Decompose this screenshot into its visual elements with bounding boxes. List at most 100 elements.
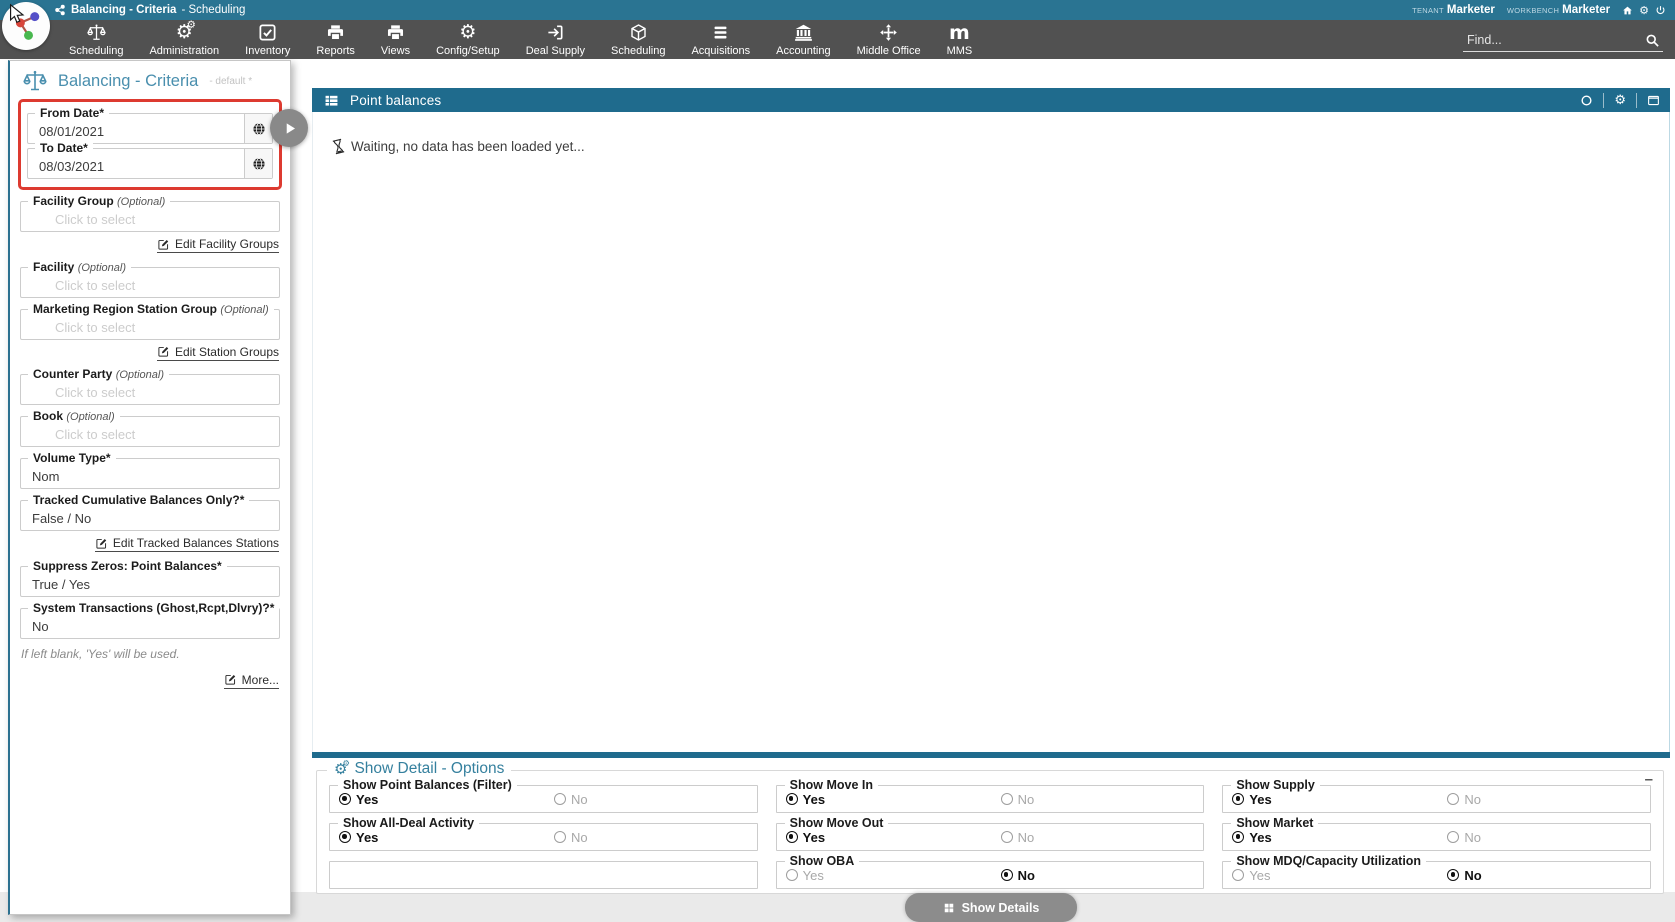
move-icon: [879, 23, 898, 43]
radio-label: Yes: [803, 830, 825, 845]
hourglass-icon: [330, 138, 347, 155]
radio-circle: [786, 793, 798, 805]
radio-circle: [786, 869, 798, 881]
field-from-date[interactable]: From Date*08/01/2021: [27, 113, 273, 144]
radio-show-move-out-no[interactable]: No: [1001, 830, 1035, 845]
to-date-calendar-button[interactable]: [244, 149, 272, 178]
tenant-label: TENANT: [1412, 6, 1444, 15]
field-label: From Date*: [35, 106, 109, 120]
radio-show-point-balances-filter-yes[interactable]: Yes: [339, 792, 378, 807]
field-tracked-cumulative-balances-only[interactable]: Tracked Cumulative Balances Only?*False …: [20, 500, 280, 531]
field-hint-note: If left blank, 'Yes' will be used.: [21, 647, 280, 661]
radio-label: Yes: [803, 792, 825, 807]
field-facility[interactable]: Facility (Optional)Click to select: [20, 267, 280, 298]
page-title: Balancing - Criteria: [58, 72, 198, 91]
edit-icon: [157, 345, 170, 358]
field-to-date[interactable]: To Date*08/03/2021: [27, 148, 273, 179]
link-edit-station-groups[interactable]: Edit Station Groups: [157, 345, 279, 361]
nav-item-label: Acquisitions: [691, 45, 750, 57]
power-icon[interactable]: [1655, 5, 1666, 16]
radio-show-supply-no[interactable]: No: [1447, 792, 1481, 807]
option-group-label: Show All-Deal Activity: [338, 816, 479, 830]
radio-show-supply-yes[interactable]: Yes: [1232, 792, 1271, 807]
radio-circle: [554, 793, 566, 805]
panel-action-gear-icon[interactable]: ⚙: [1604, 88, 1636, 112]
field-book[interactable]: Book (Optional)Click to select: [20, 416, 280, 447]
radio-show-all-deal-activity-yes[interactable]: Yes: [339, 830, 378, 845]
window-title: Balancing - Criteria: [71, 4, 176, 16]
window-title-bar: Balancing - Criteria - Scheduling TENANT…: [0, 0, 1675, 20]
field-volume-type[interactable]: Volume Type*Nom: [20, 458, 280, 489]
radio-show-mdq-capacity-utilization-no[interactable]: No: [1447, 868, 1481, 883]
option-group-show-point-balances-filter: Show Point Balances (Filter)YesNo: [329, 785, 758, 813]
edit-icon: [224, 673, 237, 686]
panel-header-actions: ⚙: [1570, 88, 1670, 112]
share-nodes-logo-icon: [11, 11, 41, 41]
panel-action-circle-icon[interactable]: [1570, 88, 1603, 112]
radio-show-market-yes[interactable]: Yes: [1232, 830, 1271, 845]
option-group-show-mdq-capacity-utilization: Show MDQ/Capacity UtilizationYesNo: [1222, 861, 1651, 889]
balance-scale-icon: [23, 69, 47, 93]
field-facility-group[interactable]: Facility Group (Optional)Click to select: [20, 201, 280, 232]
field-suppress-zeros-point-balances[interactable]: Suppress Zeros: Point Balances*True / Ye…: [20, 566, 280, 597]
titlebar-actions: ⚙: [1622, 5, 1666, 16]
nav-item-acquisitions[interactable]: Acquisitions: [678, 20, 763, 59]
sidebar-collapse-button[interactable]: [270, 109, 308, 147]
radio-label: Yes: [1249, 868, 1270, 883]
link-edit-tracked-balances-stations[interactable]: Edit Tracked Balances Stations: [95, 536, 279, 552]
home-icon[interactable]: [1622, 5, 1633, 16]
printer-icon: [326, 23, 345, 43]
radio-show-all-deal-activity-no[interactable]: No: [554, 830, 588, 845]
nav-item-scheduling[interactable]: Scheduling: [56, 20, 136, 59]
radio-show-oba-yes[interactable]: Yes: [786, 868, 824, 883]
nav-item-views[interactable]: Views: [368, 20, 423, 59]
radio-circle: [1447, 869, 1459, 881]
find-box: [1463, 29, 1663, 52]
radio-show-point-balances-filter-no[interactable]: No: [554, 792, 588, 807]
point-balances-header: Point balances ⚙: [312, 88, 1670, 112]
table-list-icon: [324, 93, 339, 108]
link-edit-facility-groups[interactable]: Edit Facility Groups: [157, 237, 279, 253]
option-group-empty: [329, 861, 758, 889]
nav-item-middle-office[interactable]: Middle Office: [844, 20, 934, 59]
link-label: Edit Facility Groups: [175, 237, 279, 251]
nav-item-mms[interactable]: mMMS: [934, 20, 986, 59]
nav-item-scheduling-2[interactable]: Scheduling: [598, 20, 678, 59]
optional-tag: (Optional): [78, 262, 126, 274]
nav-item-label: Scheduling: [611, 45, 665, 57]
radio-label: Yes: [356, 792, 378, 807]
option-group-show-supply: Show SupplyYesNo: [1222, 785, 1651, 813]
radio-show-move-in-no[interactable]: No: [1001, 792, 1035, 807]
radio-show-oba-no[interactable]: No: [1001, 868, 1035, 883]
options-legend: ⚙⚙ Show Detail - Options: [327, 760, 511, 778]
bank-icon: [794, 23, 813, 43]
radio-show-move-in-yes[interactable]: Yes: [786, 792, 825, 807]
radio-show-move-out-yes[interactable]: Yes: [786, 830, 825, 845]
nav-item-accounting[interactable]: Accounting: [763, 20, 843, 59]
radio-circle: [554, 831, 566, 843]
nav-item-deal-supply[interactable]: Deal Supply: [513, 20, 598, 59]
field-system-transactions[interactable]: System Transactions (Ghost,Rcpt,Dlvry)?*…: [20, 608, 280, 639]
search-icon[interactable]: [1645, 33, 1660, 48]
app-logo[interactable]: [2, 2, 50, 50]
radio-show-market-no[interactable]: No: [1447, 830, 1481, 845]
show-details-button[interactable]: Show Details: [905, 893, 1077, 922]
radio-show-mdq-capacity-utilization-yes[interactable]: Yes: [1232, 868, 1270, 883]
nav-item-inventory[interactable]: Inventory: [232, 20, 303, 59]
field-marketing-region-station-group[interactable]: Marketing Region Station Group (Optional…: [20, 309, 280, 340]
find-input[interactable]: [1463, 33, 1645, 47]
field-counter-party[interactable]: Counter Party (Optional)Click to select: [20, 374, 280, 405]
link-more[interactable]: More...: [224, 673, 279, 689]
radio-label: Yes: [356, 830, 378, 845]
nav-item-config-setup[interactable]: ⚙Config/Setup: [423, 20, 513, 59]
gear-icon[interactable]: ⚙: [1639, 5, 1649, 16]
nav-item-administration[interactable]: ⚙⚙Administration: [136, 20, 232, 59]
panel-action-window-icon[interactable]: [1637, 88, 1670, 112]
gear-icon: ⚙: [459, 23, 476, 43]
option-group-label: Show MDQ/Capacity Utilization: [1231, 854, 1426, 868]
nav-item-reports[interactable]: Reports: [303, 20, 368, 59]
from-date-calendar-button[interactable]: [244, 114, 272, 143]
option-group-label: Show Supply: [1231, 778, 1319, 792]
radio-label: No: [1018, 830, 1035, 845]
play-icon: [280, 119, 299, 138]
